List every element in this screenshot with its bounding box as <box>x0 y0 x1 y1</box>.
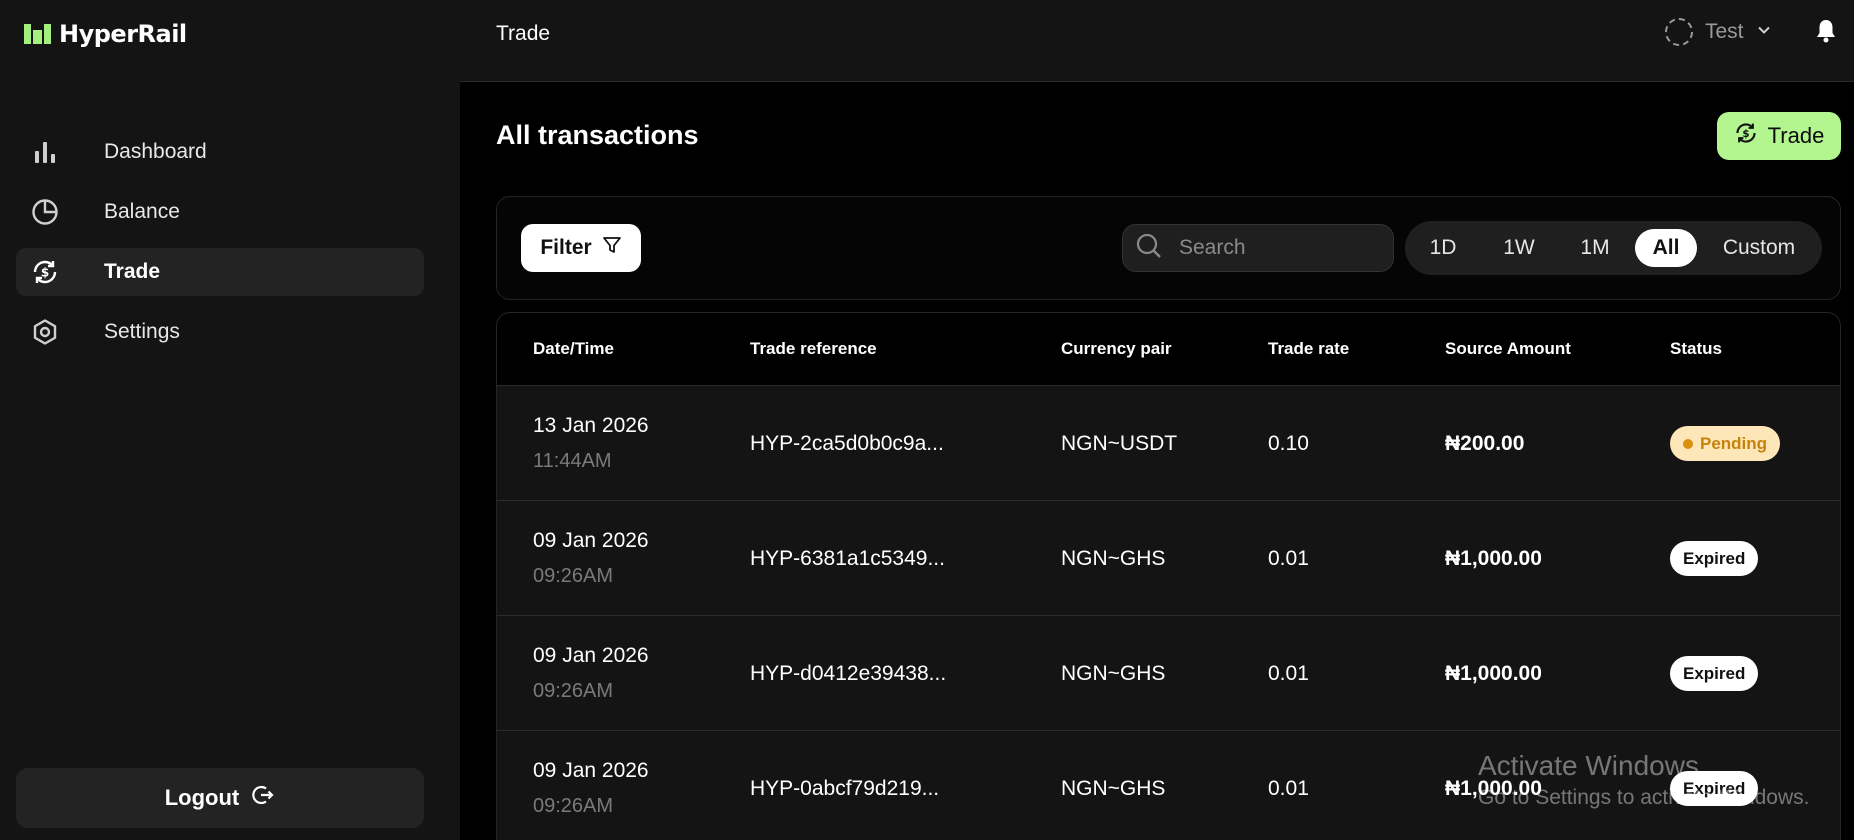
sidebar-item-dashboard[interactable]: Dashboard <box>16 128 424 176</box>
trade-exchange-icon: $ <box>30 257 60 287</box>
trade-button[interactable]: $ Trade <box>1717 112 1841 160</box>
table-header: Date/Time Trade reference Currency pair … <box>497 313 1840 386</box>
status-text: Expired <box>1683 778 1746 798</box>
search-icon <box>1135 232 1163 265</box>
status-badge: Pending <box>1670 426 1781 461</box>
page-title: All transactions <box>496 120 699 150</box>
table-row[interactable]: 09 Jan 2026 09:26AM HYP-0abcf79d219... N… <box>497 731 1840 840</box>
reference-cell: HYP-d0412e39438... <box>750 662 947 685</box>
trade-button-label: Trade <box>1767 123 1825 148</box>
sidebar: HyperRail Dashboard Balance $ Trade Sett… <box>0 0 460 840</box>
table-row[interactable]: 09 Jan 2026 09:26AM HYP-6381a1c5349... N… <box>497 501 1840 616</box>
status-text: Expired <box>1683 663 1746 683</box>
datetime-cell: 09 Jan 2026 09:26AM <box>533 529 649 588</box>
currency-pair-cell: NGN~GHS <box>1061 547 1166 570</box>
sidebar-item-balance[interactable]: Balance <box>16 188 424 236</box>
svg-text:$: $ <box>1742 128 1749 140</box>
column-header-reference: Trade reference <box>750 339 877 358</box>
table-row[interactable]: 13 Jan 2026 11:44AM HYP-2ca5d0b0c9a... N… <box>497 386 1840 501</box>
logout-icon <box>251 783 275 813</box>
hyperrail-logo[interactable]: HyperRail <box>24 20 187 48</box>
user-name: Test <box>1705 20 1744 43</box>
svg-text:$: $ <box>41 266 49 280</box>
sidebar-item-label: Balance <box>104 200 180 223</box>
trade-exchange-icon: $ <box>1734 121 1758 151</box>
range-tab-1m[interactable]: 1M <box>1565 229 1625 267</box>
sidebar-item-label: Dashboard <box>104 140 207 163</box>
logo-mark-icon <box>24 24 51 44</box>
column-header-source-amount: Source Amount <box>1445 339 1571 358</box>
reference-cell: HYP-2ca5d0b0c9a... <box>750 432 944 455</box>
column-header-datetime: Date/Time <box>533 339 614 358</box>
brand-name: HyperRail <box>59 20 187 48</box>
user-menu[interactable]: Test <box>1665 18 1772 46</box>
notification-bell-icon[interactable] <box>1815 18 1837 49</box>
sidebar-nav: Dashboard Balance $ Trade Settings <box>16 128 424 368</box>
time-text: 09:26AM <box>533 680 614 702</box>
time-text: 09:26AM <box>533 565 614 587</box>
transactions-table: Date/Time Trade reference Currency pair … <box>496 312 1841 840</box>
sidebar-item-trade[interactable]: $ Trade <box>16 248 424 296</box>
search-input[interactable] <box>1179 236 1369 260</box>
pie-chart-icon <box>30 197 60 227</box>
datetime-cell: 09 Jan 2026 09:26AM <box>533 759 649 818</box>
range-tab-1d[interactable]: 1D <box>1413 229 1473 267</box>
time-text: 11:44AM <box>533 450 612 472</box>
status-text: Expired <box>1683 548 1746 568</box>
status-text: Pending <box>1700 433 1768 453</box>
status-badge: Expired <box>1670 656 1759 691</box>
time-range-selector: 1D 1W 1M All Custom <box>1405 221 1822 275</box>
filter-toolbar: Filter 1D 1W 1M All Custom <box>496 196 1841 300</box>
date-text: 09 Jan 2026 <box>533 529 649 552</box>
table-row[interactable]: 09 Jan 2026 09:26AM HYP-d0412e39438... N… <box>497 616 1840 731</box>
date-text: 09 Jan 2026 <box>533 644 649 667</box>
filter-button[interactable]: Filter <box>521 224 641 272</box>
status-badge: Expired <box>1670 541 1759 576</box>
source-amount-cell: ₦1,000.00 <box>1445 777 1542 800</box>
currency-pair-cell: NGN~GHS <box>1061 777 1166 800</box>
search-box[interactable] <box>1122 224 1394 272</box>
bar-chart-icon <box>30 137 60 167</box>
hexagon-settings-icon <box>30 317 60 347</box>
range-tab-all[interactable]: All <box>1635 229 1697 267</box>
source-amount-cell: ₦1,000.00 <box>1445 662 1542 685</box>
datetime-cell: 13 Jan 2026 11:44AM <box>533 414 649 473</box>
logout-button[interactable]: Logout <box>16 768 424 828</box>
range-tab-1w[interactable]: 1W <box>1489 229 1549 267</box>
range-tab-custom[interactable]: Custom <box>1709 229 1809 267</box>
date-text: 13 Jan 2026 <box>533 414 649 437</box>
column-header-currency-pair: Currency pair <box>1061 339 1172 358</box>
reference-cell: HYP-0abcf79d219... <box>750 777 940 800</box>
trade-rate-cell: 0.01 <box>1268 547 1309 570</box>
source-amount-cell: ₦1,000.00 <box>1445 547 1542 570</box>
currency-pair-cell: NGN~GHS <box>1061 662 1166 685</box>
page-header-title: Trade <box>496 22 551 45</box>
currency-pair-cell: NGN~USDT <box>1061 432 1178 455</box>
status-dot-icon <box>1683 438 1693 449</box>
date-text: 09 Jan 2026 <box>533 759 649 782</box>
sidebar-item-label: Settings <box>104 320 180 343</box>
trade-rate-cell: 0.01 <box>1268 662 1309 685</box>
reference-cell: HYP-6381a1c5349... <box>750 547 945 570</box>
datetime-cell: 09 Jan 2026 09:26AM <box>533 644 649 703</box>
trade-rate-cell: 0.10 <box>1268 432 1309 455</box>
time-text: 09:26AM <box>533 795 614 817</box>
source-amount-cell: ₦200.00 <box>1445 432 1525 455</box>
sidebar-item-settings[interactable]: Settings <box>16 308 424 356</box>
avatar <box>1665 18 1693 46</box>
sidebar-item-label: Trade <box>104 260 161 283</box>
column-header-status: Status <box>1670 339 1722 358</box>
filter-label: Filter <box>540 236 592 259</box>
chevron-down-icon <box>1756 22 1772 43</box>
trade-rate-cell: 0.01 <box>1268 777 1309 800</box>
column-header-trade-rate: Trade rate <box>1268 339 1350 358</box>
top-bar: Trade Test <box>460 0 1854 82</box>
funnel-icon <box>602 235 622 261</box>
status-badge: Expired <box>1670 771 1759 806</box>
logout-label: Logout <box>164 785 240 810</box>
